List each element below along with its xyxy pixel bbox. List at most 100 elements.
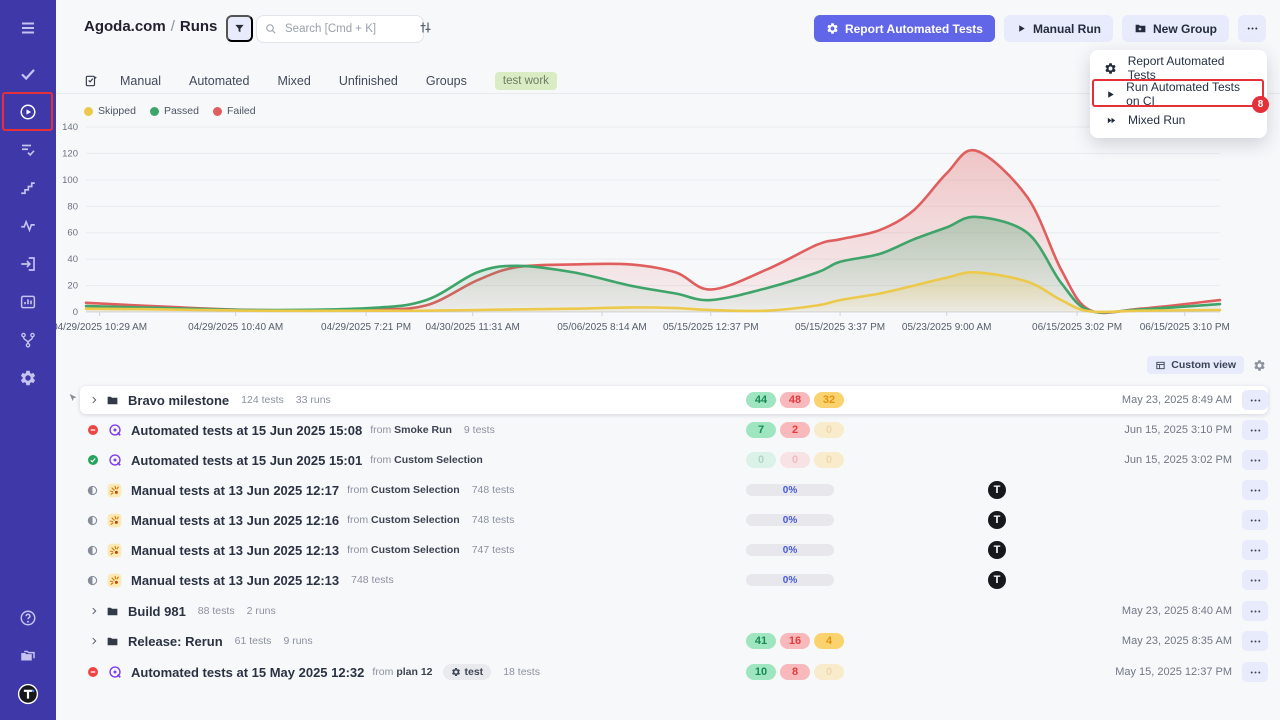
run-row[interactable]: Automated tests at 15 May 2025 12:32from… (80, 658, 1268, 686)
manual-run-button[interactable]: Manual Run (1004, 15, 1113, 42)
row-date: May 23, 2025 8:40 AM (1122, 605, 1232, 617)
row-more-button[interactable] (1242, 631, 1268, 651)
folder-plus-icon (1134, 22, 1147, 35)
menu-item-mixed-run[interactable]: Mixed Run (1090, 107, 1267, 133)
run-row[interactable]: Manual tests at 13 Jun 2025 12:13from Cu… (80, 536, 1268, 564)
sidebar-item-check-icon[interactable] (0, 58, 56, 90)
breadcrumb-project[interactable]: Agoda.com (84, 18, 166, 35)
group-row[interactable]: Bravo milestone124 tests33 runs444832May… (80, 386, 1268, 414)
row-title[interactable]: Release: Rerun (128, 634, 223, 649)
menu-item-report-automated-tests[interactable]: Report Automated Tests (1090, 55, 1267, 81)
run-row[interactable]: Manual tests at 13 Jun 2025 12:16from Cu… (80, 506, 1268, 534)
menu-item-run-automated-tests-on-ci[interactable]: Run Automated Tests on CI (1090, 81, 1267, 107)
report-automated-tests-button[interactable]: Report Automated Tests (814, 15, 995, 42)
row-more-button[interactable] (1242, 390, 1268, 410)
sidebar-item-import-icon[interactable] (0, 248, 56, 280)
sidebar-item-play-circle-icon[interactable] (0, 96, 56, 128)
result-badges: 41164 (746, 633, 844, 649)
row-more-button[interactable] (1242, 662, 1268, 682)
status-progress-icon (87, 545, 98, 556)
tests-count: 748 tests (472, 514, 515, 526)
row-from: from Smoke Run (370, 424, 452, 436)
run-row[interactable]: Automated tests at 15 Jun 2025 15:08 from… (80, 416, 1268, 444)
tab-automated[interactable]: Automated (189, 74, 249, 88)
row-more-button[interactable] (1242, 540, 1268, 560)
row-tag[interactable]: test (443, 664, 492, 680)
row-title[interactable]: Automated tests at 15 May 2025 12:32 (131, 665, 364, 680)
row-title[interactable]: Manual tests at 13 Jun 2025 12:16 (131, 513, 339, 528)
legend-item-passed[interactable]: Passed (150, 105, 199, 117)
row-more-button[interactable] (1242, 480, 1268, 500)
group-row[interactable]: Release: Rerun61 tests9 runs41164May 23,… (80, 627, 1268, 655)
assignee-avatar[interactable]: T (988, 481, 1006, 499)
row-title[interactable]: Manual tests at 13 Jun 2025 12:13 (131, 543, 339, 558)
assignee-avatar[interactable]: T (988, 541, 1006, 559)
run-type-automated-icon (108, 453, 122, 467)
assignee-avatar[interactable]: T (988, 571, 1006, 589)
svg-text:40: 40 (67, 254, 78, 265)
badge-skipped: 0 (814, 664, 844, 680)
sidebar-item-branch-icon[interactable] (0, 324, 56, 356)
expand-chevron-icon[interactable] (86, 395, 102, 405)
tab-unfinished[interactable]: Unfinished (339, 74, 398, 88)
row-more-button[interactable] (1242, 570, 1268, 590)
run-row[interactable]: Manual tests at 13 Jun 2025 12:13 748 tes… (80, 566, 1268, 594)
legend-item-failed[interactable]: Failed (213, 105, 256, 117)
checklist-icon[interactable] (84, 74, 98, 88)
table-settings-gear-icon[interactable] (1253, 359, 1266, 372)
tab-groups[interactable]: Groups (426, 74, 467, 88)
row-title[interactable]: Manual tests at 13 Jun 2025 12:17 (131, 483, 339, 498)
sidebar-item-pulse-icon[interactable] (0, 210, 56, 242)
badge-failed: 16 (780, 633, 810, 649)
custom-view-button[interactable]: Custom view (1147, 356, 1244, 374)
svg-text:0: 0 (73, 307, 78, 318)
filter-button[interactable] (226, 15, 253, 42)
row-more-button[interactable] (1242, 450, 1268, 470)
new-group-button[interactable]: New Group (1122, 15, 1229, 42)
sidebar-item-settings-icon[interactable] (0, 362, 56, 394)
row-from: from Custom Selection (370, 454, 483, 466)
search-box[interactable] (256, 15, 424, 43)
sidebar-item-help-icon[interactable] (0, 602, 56, 634)
row-title[interactable]: Bravo milestone (128, 393, 229, 408)
sidebar-item-list-check-icon[interactable] (0, 134, 56, 166)
tests-count: 748 tests (351, 574, 394, 586)
group-row[interactable]: Build 98188 tests2 runsMay 23, 2025 8:40… (80, 597, 1268, 625)
run-type-automated-icon (108, 665, 122, 679)
legend-item-skipped[interactable]: Skipped (84, 105, 136, 117)
ci-gear-icon (1104, 62, 1118, 75)
legend-label: Passed (164, 105, 199, 117)
search-input[interactable] (283, 22, 397, 36)
sidebar-item-folders-icon[interactable] (0, 640, 56, 672)
tests-count: 748 tests (472, 484, 515, 496)
row-title[interactable]: Automated tests at 15 Jun 2025 15:01 (131, 453, 362, 468)
tab-manual[interactable]: Manual (120, 74, 161, 88)
status-progress-icon (87, 575, 98, 586)
row-date: May 15, 2025 12:37 PM (1115, 666, 1232, 678)
row-more-button[interactable] (1242, 420, 1268, 440)
expand-chevron-icon[interactable] (86, 636, 102, 646)
sliders-icon[interactable] (418, 20, 433, 40)
expand-chevron-icon[interactable] (86, 606, 102, 616)
sidebar-item-menu-icon[interactable] (0, 12, 56, 44)
sidebar-item-steps-icon[interactable] (0, 172, 56, 204)
more-actions-button[interactable] (1238, 15, 1266, 42)
row-more-button[interactable] (1242, 510, 1268, 530)
tab-mixed[interactable]: Mixed (277, 74, 310, 88)
custom-view-label: Custom view (1171, 359, 1236, 371)
run-row[interactable]: Automated tests at 15 Jun 2025 15:01 from… (80, 446, 1268, 474)
menu-item-label: Report Automated Tests (1128, 54, 1253, 82)
status-progress-icon (87, 515, 98, 526)
legend-label: Skipped (98, 105, 136, 117)
status-failed-icon (87, 666, 99, 678)
sidebar-item-logo-t-icon[interactable] (0, 678, 56, 710)
filter-tag-pill[interactable]: test work (495, 72, 557, 90)
row-title[interactable]: Build 981 (128, 604, 186, 619)
row-more-button[interactable] (1242, 601, 1268, 621)
row-title[interactable]: Manual tests at 13 Jun 2025 12:13 (131, 573, 339, 588)
run-row[interactable]: Manual tests at 13 Jun 2025 12:17from Cu… (80, 476, 1268, 504)
row-title[interactable]: Automated tests at 15 Jun 2025 15:08 (131, 423, 362, 438)
assignee-avatar[interactable]: T (988, 511, 1006, 529)
sidebar-item-bar-chart-icon[interactable] (0, 286, 56, 318)
row-date: May 23, 2025 8:35 AM (1122, 635, 1232, 647)
